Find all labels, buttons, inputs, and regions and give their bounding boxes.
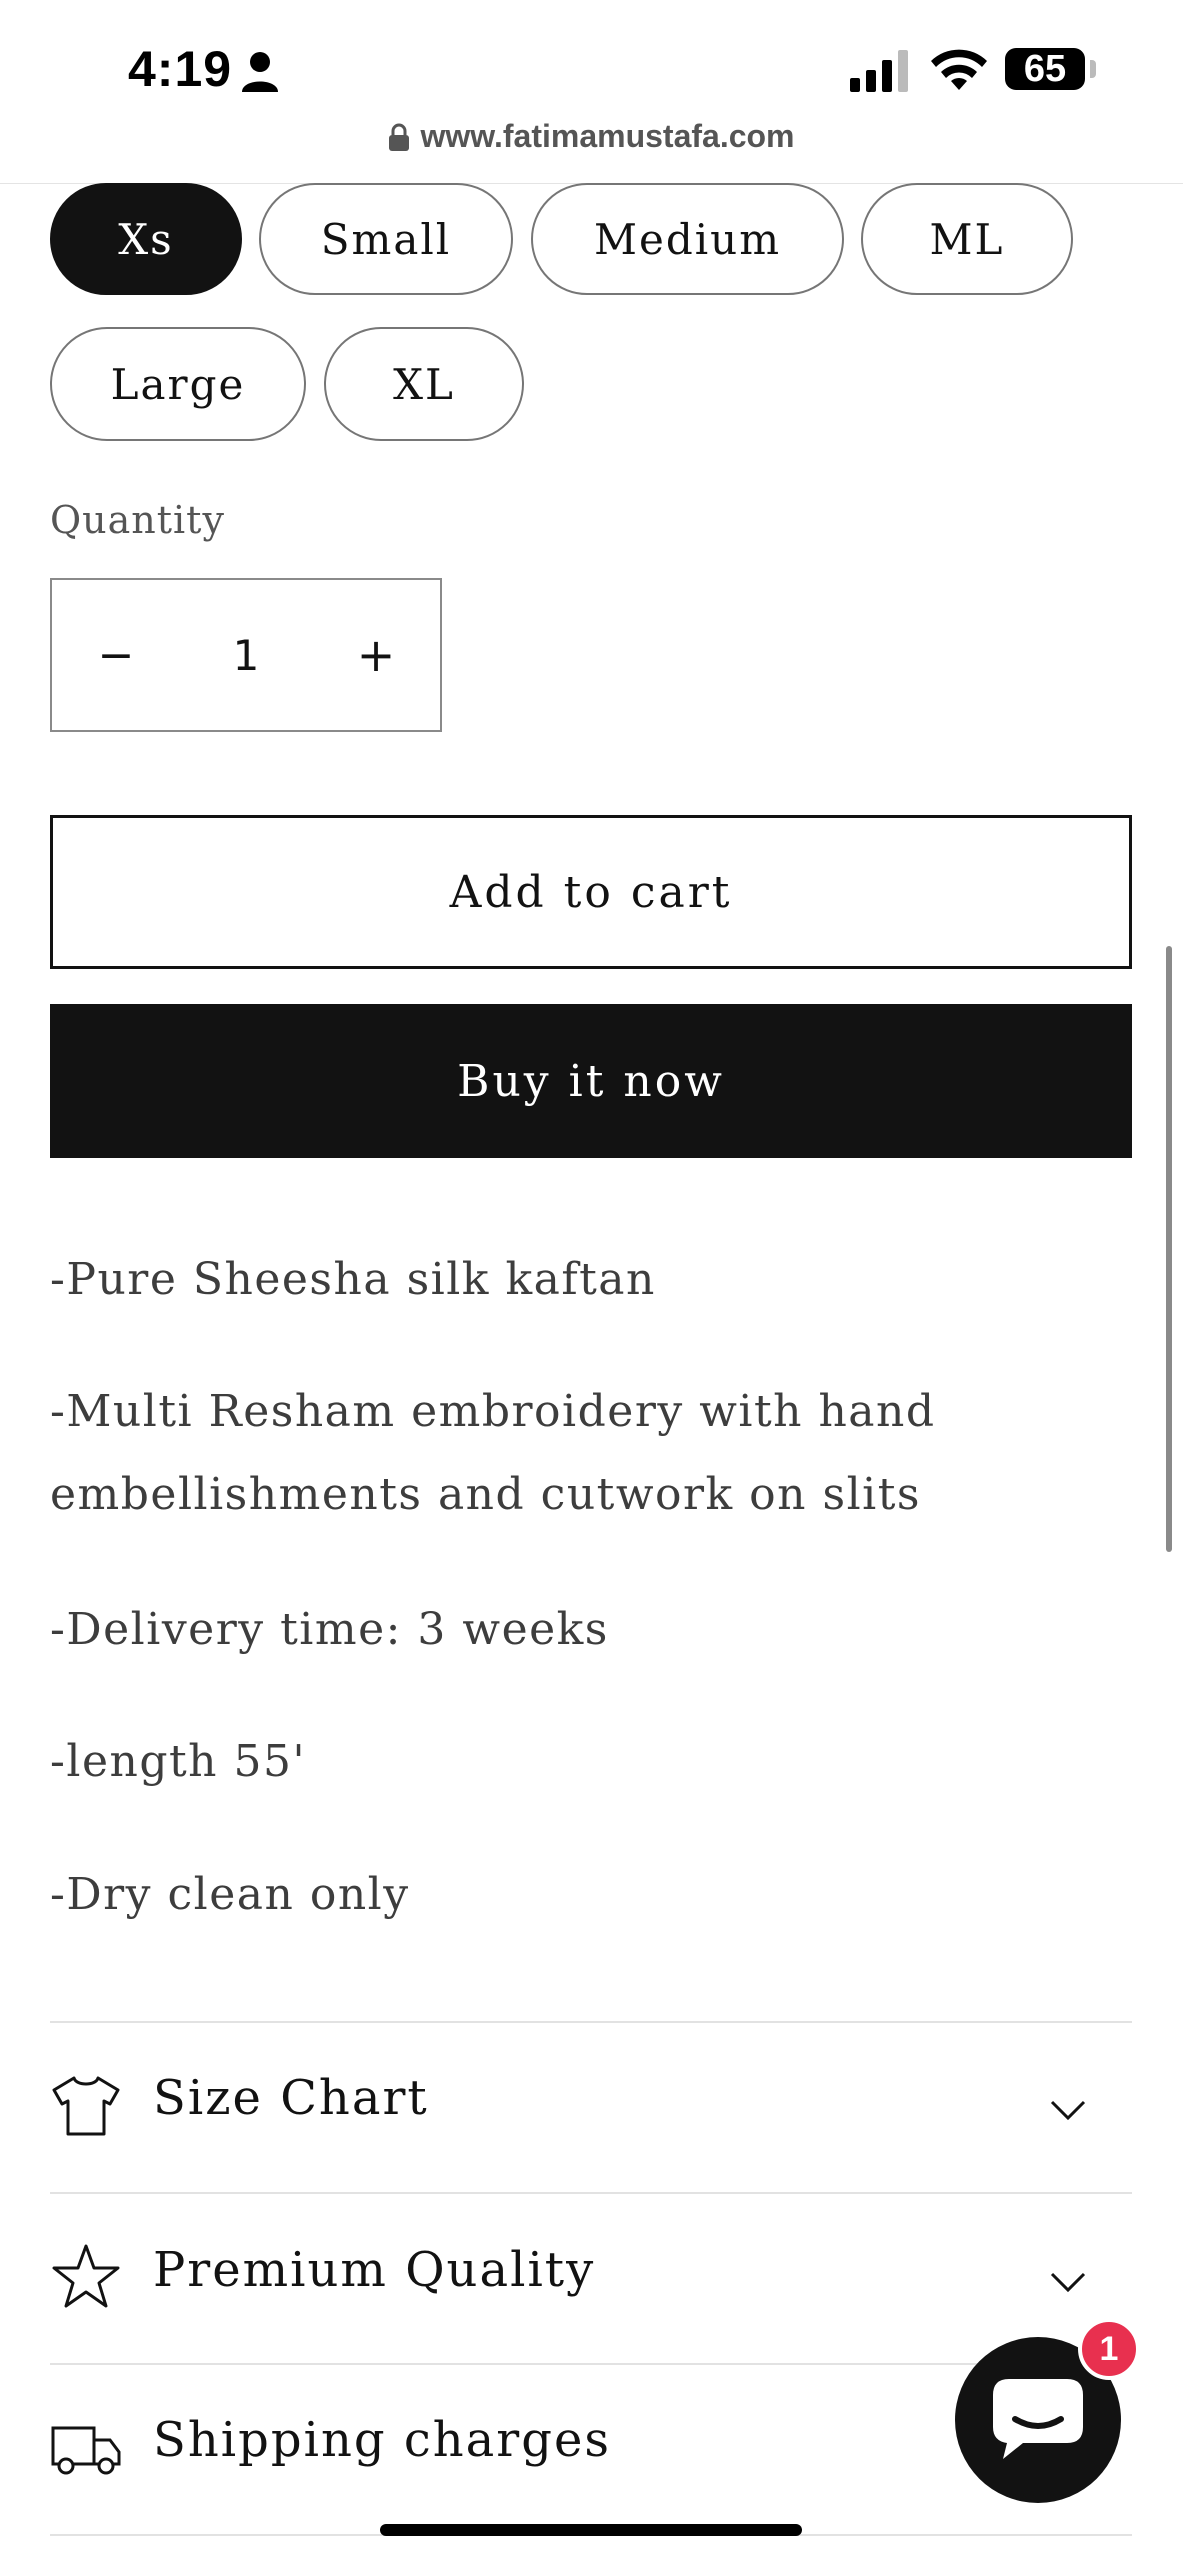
size-option-ml[interactable]: ML xyxy=(861,183,1073,295)
signal-icon xyxy=(850,50,908,92)
wifi-icon xyxy=(931,49,987,90)
quantity-increase-button[interactable]: + xyxy=(312,580,440,730)
battery-tip xyxy=(1090,60,1096,78)
size-option-large[interactable]: Large xyxy=(50,327,306,441)
home-indicator[interactable] xyxy=(380,2524,802,2536)
description-line: -length 55' xyxy=(50,1736,307,1787)
quantity-input[interactable]: 1 xyxy=(180,580,312,730)
status-bar: 4:19 65 www.fatimamustafa.com xyxy=(0,0,1183,154)
person-icon xyxy=(242,52,278,92)
scrollbar-thumb[interactable] xyxy=(1166,946,1172,1552)
url-text: www.fatimamustafa.com xyxy=(420,118,795,154)
star-icon xyxy=(52,2244,120,2308)
quantity-decrease-button[interactable]: − xyxy=(52,580,180,730)
chat-bubble-icon xyxy=(993,2379,1083,2459)
accordion-label: Shipping charges xyxy=(153,2412,611,2468)
description-line: -Multi Resham embroidery with hand embel… xyxy=(50,1386,936,1520)
description-line: -Delivery time: 3 weeks xyxy=(50,1604,609,1655)
description-line: -Dry clean only xyxy=(50,1869,410,1920)
description-line: -Pure Sheesha silk kaftan xyxy=(50,1254,656,1305)
quantity-stepper: − 1 + xyxy=(50,578,442,732)
size-option-xl[interactable]: XL xyxy=(324,327,524,441)
buy-now-button[interactable]: Buy it now xyxy=(50,1004,1132,1158)
chevron-down-icon xyxy=(1050,2272,1086,2293)
accordion-divider xyxy=(50,2192,1132,2194)
accordion-divider xyxy=(50,2021,1132,2023)
accordion-label: Size Chart xyxy=(153,2070,429,2126)
accordion-divider xyxy=(50,2363,1132,2365)
accordion-label: Premium Quality xyxy=(153,2242,596,2298)
tshirt-icon xyxy=(52,2076,120,2136)
quantity-label: Quantity xyxy=(50,498,225,542)
lock-icon xyxy=(389,123,410,151)
size-option-small[interactable]: Small xyxy=(259,183,513,295)
address-bar[interactable]: www.fatimamustafa.com xyxy=(0,118,1183,184)
chevron-down-icon xyxy=(1050,2100,1086,2121)
status-time: 4:19 xyxy=(128,41,233,97)
truck-icon xyxy=(51,2426,121,2475)
size-option-xs[interactable]: Xs xyxy=(50,183,242,295)
size-option-medium[interactable]: Medium xyxy=(531,183,844,295)
battery-level: 65 xyxy=(1023,48,1067,90)
add-to-cart-button[interactable]: Add to cart xyxy=(50,815,1132,969)
chat-notification-badge: 1 xyxy=(1078,2318,1140,2380)
